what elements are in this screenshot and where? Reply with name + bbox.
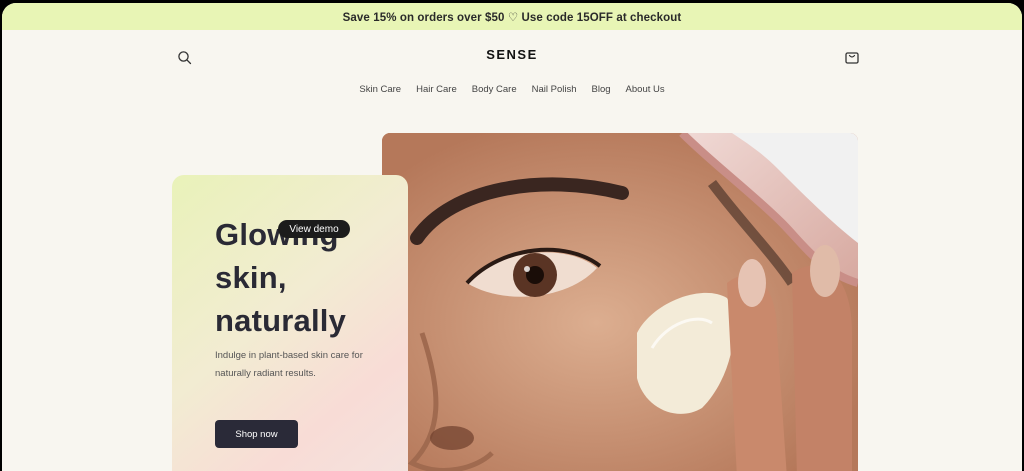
nav-item-skin-care[interactable]: Skin Care [359, 84, 401, 95]
hero-image [382, 133, 858, 471]
announcement-bar: Save 15% on orders over $50 ♡ Use code 1… [2, 3, 1022, 30]
hero-description: Indulge in plant-based skin care for nat… [215, 350, 363, 379]
cart-icon [845, 52, 859, 64]
nav-item-hair-care[interactable]: Hair Care [416, 84, 457, 95]
cart-button[interactable] [843, 48, 861, 66]
page-frame: Save 15% on orders over $50 ♡ Use code 1… [2, 3, 1022, 471]
nav-item-blog[interactable]: Blog [592, 84, 611, 95]
site-logo[interactable]: SENSE [2, 47, 1022, 62]
hero-title-line: skin, [215, 260, 287, 295]
main-nav: Skin Care Hair Care Body Care Nail Polis… [2, 84, 1022, 95]
announcement-text: Save 15% on orders over $50 ♡ Use code 1… [342, 11, 682, 24]
hero-title-line: naturally [215, 303, 347, 338]
nav-item-about-us[interactable]: About Us [626, 84, 665, 95]
shop-now-button[interactable]: Shop now [215, 420, 298, 448]
view-demo-badge[interactable]: View demo [278, 220, 350, 238]
nav-item-nail-polish[interactable]: Nail Polish [532, 84, 577, 95]
nav-item-body-care[interactable]: Body Care [472, 84, 517, 95]
hero-photo [382, 133, 858, 471]
